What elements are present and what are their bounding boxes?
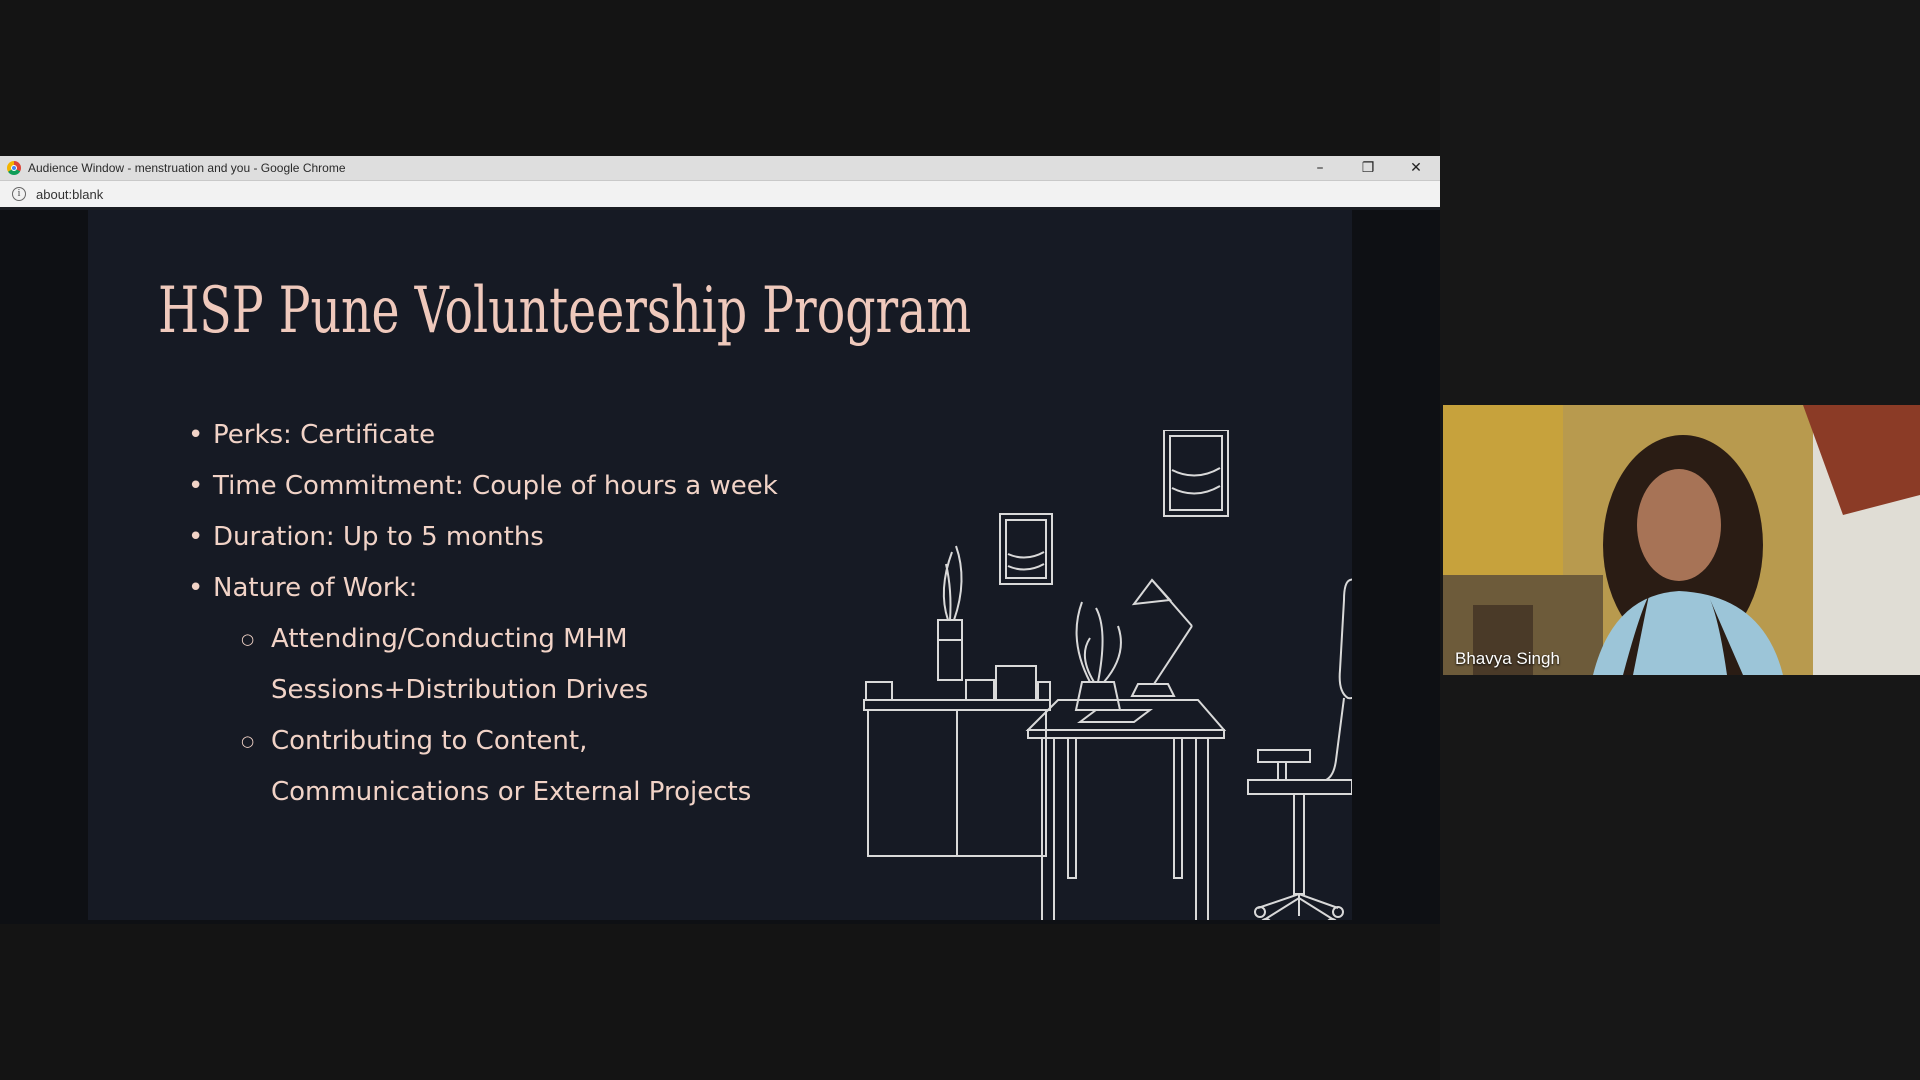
bullet-item: Duration: Up to 5 months bbox=[188, 512, 788, 563]
participant-video-tile[interactable]: Bhavya Singh bbox=[1443, 405, 1920, 675]
window-title: Audience Window - menstruation and you -… bbox=[28, 161, 346, 175]
desk-illustration bbox=[863, 430, 1352, 920]
participant-video bbox=[1443, 405, 1920, 675]
chrome-audience-window: Audience Window - menstruation and you -… bbox=[0, 156, 1440, 924]
participant-name: Bhavya Singh bbox=[1455, 649, 1560, 668]
bullet-item: Perks: Certificate bbox=[188, 410, 788, 461]
sub-bullet-list: Attending/Conducting MHM Sessions+Distri… bbox=[213, 614, 788, 818]
screen-share-area: Audience Window - menstruation and you -… bbox=[0, 0, 1440, 1080]
window-controls: – ❐ ✕ bbox=[1296, 156, 1440, 180]
restore-icon[interactable]: ❐ bbox=[1344, 156, 1392, 180]
bullet-item: Nature of Work: Attending/Conducting MHM… bbox=[188, 563, 788, 818]
close-icon[interactable]: ✕ bbox=[1392, 156, 1440, 180]
bullet-item: Time Commitment: Couple of hours a week bbox=[188, 461, 788, 512]
minimize-icon[interactable]: – bbox=[1296, 156, 1344, 180]
window-titlebar[interactable]: Audience Window - menstruation and you -… bbox=[0, 156, 1440, 181]
presentation-area: HSP Pune Volunteership Program Perks: Ce… bbox=[0, 210, 1440, 924]
slide: HSP Pune Volunteership Program Perks: Ce… bbox=[88, 210, 1352, 920]
sub-bullet-item: Contributing to Content, Communications … bbox=[241, 716, 788, 818]
sub-bullet-item: Attending/Conducting MHM Sessions+Distri… bbox=[241, 614, 788, 716]
url-text[interactable]: about:blank bbox=[36, 187, 103, 202]
bullet-label: Nature of Work: bbox=[213, 573, 418, 603]
chrome-logo-icon bbox=[7, 161, 21, 175]
slide-title: HSP Pune Volunteership Program bbox=[158, 274, 972, 348]
info-icon[interactable]: i bbox=[12, 187, 26, 201]
bullet-list: Perks: Certificate Time Commitment: Coup… bbox=[188, 410, 788, 818]
address-bar[interactable]: i about:blank bbox=[0, 181, 1440, 210]
